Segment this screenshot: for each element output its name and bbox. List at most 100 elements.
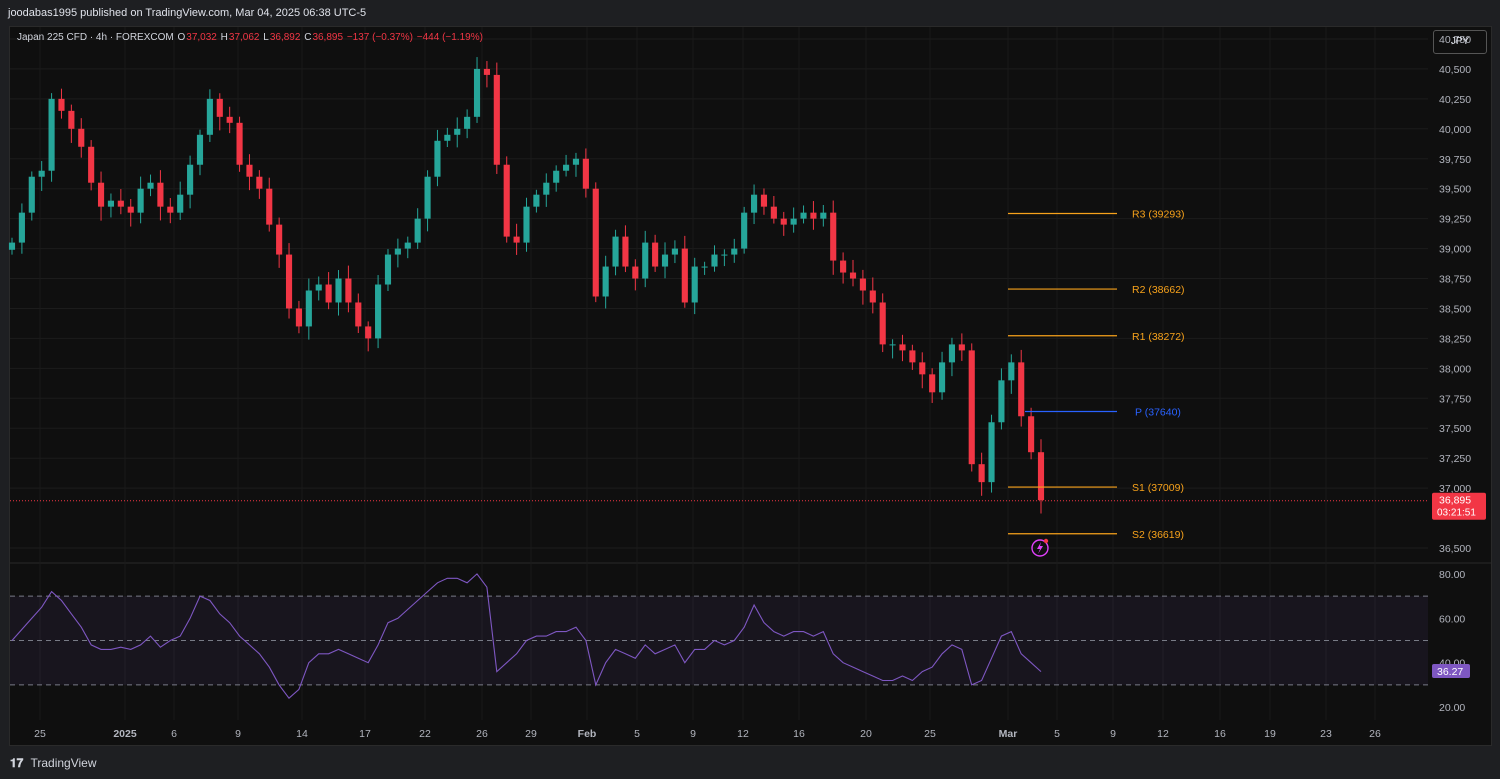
candle-body — [751, 194, 758, 213]
legend-high-label: H — [220, 32, 228, 43]
footer: 𝟏𝟕 TradingView — [0, 748, 1500, 779]
rsi-tick-label: 20.00 — [1439, 702, 1465, 714]
legend-low: 36,892 — [269, 32, 301, 43]
candle-body — [780, 218, 787, 225]
candle-body — [503, 164, 510, 237]
candle-body — [305, 290, 312, 327]
time-tick-label: 5 — [634, 728, 640, 740]
candle-body — [652, 242, 659, 267]
candle-body — [830, 212, 837, 261]
candle-body — [691, 266, 698, 303]
candle-body — [523, 206, 530, 243]
time-tick-label: 6 — [171, 728, 177, 740]
candle-body — [840, 260, 847, 273]
candle-body — [177, 194, 184, 213]
candle-body — [246, 164, 253, 177]
time-tick-label: 29 — [525, 728, 537, 740]
candle-body — [464, 116, 471, 129]
candle-body — [196, 134, 204, 165]
time-tick-label: Mar — [999, 728, 1018, 740]
symbol-legend: Japan 225 CFD · 4h · FOREXCOM O37,032 H3… — [17, 32, 484, 43]
candle-body — [424, 176, 431, 219]
candle-body — [394, 248, 401, 255]
candle-body — [731, 248, 738, 255]
candle-body — [226, 116, 233, 123]
candle-body — [553, 170, 560, 183]
marker-dot — [1043, 538, 1049, 544]
time-tick-label: 17 — [359, 728, 371, 740]
candle-body — [938, 362, 946, 393]
price-tick-label: 39,000 — [1439, 244, 1471, 256]
candle-body — [434, 140, 441, 177]
tradingview-logo-icon[interactable]: 𝟏𝟕 — [10, 756, 23, 770]
time-tick-label: 14 — [296, 728, 308, 740]
legend-close-label: C — [304, 32, 312, 43]
candle-body — [711, 254, 718, 267]
legend-high: 37,062 — [228, 32, 260, 43]
candle-body — [216, 98, 223, 117]
time-tick-label: 20 — [860, 728, 872, 740]
symbol-title[interactable]: Japan 225 CFD · 4h · FOREXCOM — [17, 32, 174, 43]
candle-body — [58, 98, 65, 111]
candle-body — [1028, 416, 1035, 453]
time-tick-label: 12 — [1157, 728, 1169, 740]
candle-body — [602, 266, 609, 297]
time-tick-label: 16 — [793, 728, 805, 740]
candle-body — [543, 182, 550, 195]
candle-body — [285, 254, 293, 309]
legend-close: 36,895 — [312, 32, 344, 43]
pivot-label: S2 (36619) — [1132, 529, 1184, 541]
candle-body — [671, 248, 678, 255]
candle-body — [18, 212, 25, 243]
candle-body — [642, 242, 649, 279]
time-tick-label: 9 — [690, 728, 696, 740]
candle-body — [810, 212, 817, 219]
rsi-tick-label: 80.00 — [1439, 569, 1465, 581]
candle-body — [88, 146, 95, 183]
currency-button[interactable]: JPY — [1433, 30, 1487, 54]
time-tick-label: 19 — [1264, 728, 1276, 740]
candle-body — [325, 284, 332, 303]
countdown-label: 03:21:51 — [1437, 508, 1476, 519]
candle-body — [592, 188, 599, 297]
price-tick-label: 40,250 — [1439, 94, 1471, 106]
candle-body — [859, 278, 866, 291]
candle-body — [147, 182, 154, 189]
pivot-label: R1 (38272) — [1132, 331, 1185, 343]
candle-body — [137, 188, 144, 213]
rsi-band — [10, 595, 1428, 686]
candle-body — [1018, 362, 1025, 417]
candle-body — [266, 188, 273, 225]
time-tick-label: 12 — [737, 728, 749, 740]
price-tick-label: 37,250 — [1439, 453, 1471, 465]
legend-open-label: O — [177, 32, 186, 43]
candle-body — [236, 122, 243, 165]
candle-body — [8, 242, 16, 250]
candle-body — [78, 128, 85, 147]
candle-body — [869, 290, 876, 303]
candle-body — [632, 266, 639, 279]
candle-body — [968, 350, 975, 465]
candle-body — [572, 158, 580, 165]
time-tick-label: 22 — [419, 728, 431, 740]
markers — [1031, 538, 1049, 557]
candle-body — [414, 218, 421, 243]
candle-body — [770, 206, 777, 219]
candle-body — [335, 278, 342, 303]
candle-body — [483, 68, 490, 75]
candle-body — [721, 254, 728, 256]
time-tick-label: 25 — [34, 728, 46, 740]
rsi-background — [10, 596, 1428, 685]
candle-body — [404, 242, 411, 249]
time-tick-label: 5 — [1054, 728, 1060, 740]
time-tick-label: Feb — [578, 728, 597, 740]
footer-brand[interactable]: TradingView — [30, 756, 96, 770]
candle-body — [622, 236, 629, 267]
candle-body — [899, 344, 906, 351]
candle-body — [978, 464, 985, 483]
candle-body — [1008, 362, 1015, 381]
chart-canvas[interactable]: R3 (39293) R2 (38662) R1 (38272) P (37640) S… — [0, 0, 1500, 779]
time-tick-label: 26 — [476, 728, 488, 740]
candle-body — [167, 206, 174, 213]
candle-body — [998, 380, 1005, 423]
